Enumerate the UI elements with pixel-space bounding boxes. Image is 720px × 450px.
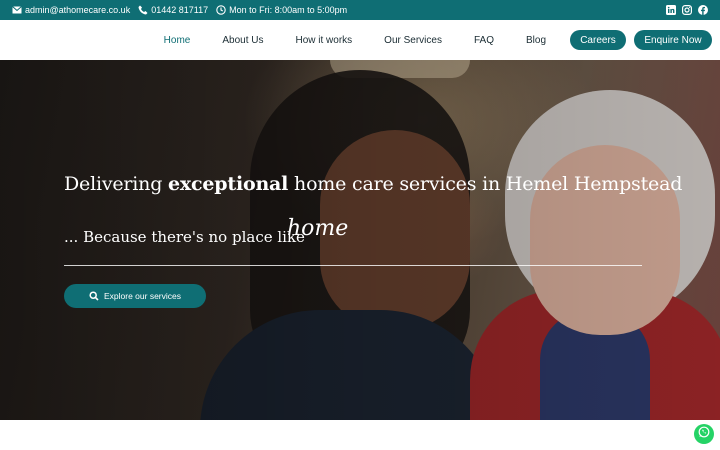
mail-icon (12, 5, 22, 15)
facebook-icon[interactable] (697, 5, 708, 16)
headline-bold: exceptional (168, 173, 289, 195)
nav-our-services[interactable]: Our Services (384, 35, 442, 46)
hero-script-word: home (287, 216, 349, 241)
careers-button[interactable]: Careers (570, 30, 626, 50)
hero-section: Delivering exceptional home care service… (0, 60, 720, 420)
enquire-now-button[interactable]: Enquire Now (634, 30, 712, 50)
phone-text: 01442 817117 (151, 5, 209, 15)
headline-post: home care services in Hemel Hempstead (288, 173, 683, 195)
hero-divider (64, 265, 642, 266)
explore-services-button[interactable]: Explore our services (64, 284, 206, 308)
nav-home[interactable]: Home (164, 35, 191, 46)
whatsapp-chat-button[interactable] (694, 424, 714, 444)
email-contact[interactable]: admin@athomecare.co.uk (12, 5, 130, 15)
phone-icon (138, 5, 148, 15)
hero-headline: Delivering exceptional home care service… (64, 173, 682, 195)
linkedin-icon[interactable] (665, 5, 676, 16)
hero-tagline: ... Because there's no place like (64, 228, 305, 246)
nav-how-it-works[interactable]: How it works (295, 35, 352, 46)
whatsapp-icon (698, 425, 710, 443)
instagram-icon[interactable] (681, 5, 692, 16)
nav-faq[interactable]: FAQ (474, 35, 494, 46)
hours-text: Mon to Fri: 8:00am to 5:00pm (229, 5, 348, 15)
main-navigation: Home About Us How it works Our Services … (0, 20, 720, 60)
phone-contact[interactable]: 01442 817117 (138, 5, 208, 15)
search-icon (89, 291, 99, 301)
below-hero-area (0, 420, 720, 450)
nav-blog[interactable]: Blog (526, 35, 546, 46)
social-links (660, 5, 708, 16)
explore-label: Explore our services (103, 291, 181, 301)
opening-hours: Mon to Fri: 8:00am to 5:00pm (216, 5, 347, 15)
nav-about-us[interactable]: About Us (222, 35, 263, 46)
top-info-bar: admin@athomecare.co.uk 01442 817117 Mon … (0, 0, 720, 20)
clock-icon (216, 5, 226, 15)
headline-pre: Delivering (64, 173, 169, 195)
email-text: admin@athomecare.co.uk (25, 5, 131, 15)
